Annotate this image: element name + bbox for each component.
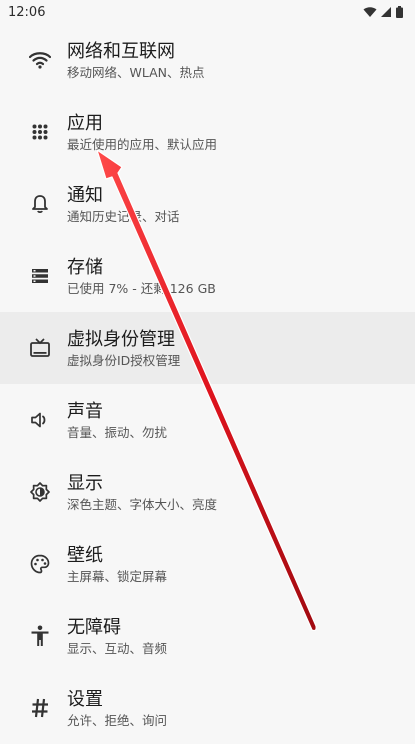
bell-icon [20,194,60,214]
wifi-icon [20,51,60,69]
setting-virtual-identity[interactable]: 虚拟身份管理 虚拟身份ID授权管理 [0,312,415,384]
setting-virtual-identity-subtitle: 虚拟身份ID授权管理 [67,352,181,368]
setting-virtual-identity-title: 虚拟身份管理 [67,328,175,350]
setting-notifications[interactable]: 通知 通知历史记录、对话 [0,168,415,240]
apps-grid-icon [20,124,60,140]
status-bar: 12:06 [0,0,415,24]
accessibility-icon [20,625,60,647]
setting-apps-subtitle: 最近使用的应用、默认应用 [67,136,218,152]
setting-settings-title: 设置 [67,688,103,710]
status-icons [363,6,403,18]
setting-accessibility[interactable]: 无障碍 显示、互动、音频 [0,600,415,672]
wifi-icon [363,7,377,17]
volume-icon [20,411,60,429]
settings-list: 网络和互联网 移动网络、WLAN、热点 应用 最近使用的应用、默认应用 通知 通… [0,24,415,744]
brightness-icon [20,482,60,502]
setting-accessibility-title: 无障碍 [67,616,121,638]
setting-wallpaper[interactable]: 壁纸 主屏幕、锁定屏幕 [0,528,415,600]
setting-display-title: 显示 [67,472,103,494]
signal-icon [381,7,391,17]
setting-storage-subtitle: 已使用 7% - 还剩 126 GB [67,280,216,296]
tv-icon [20,338,60,358]
setting-settings-subtitle: 允许、拒绝、询问 [67,712,168,728]
setting-storage-title: 存储 [67,256,103,278]
setting-wallpaper-title: 壁纸 [67,544,103,566]
setting-notifications-subtitle: 通知历史记录、对话 [67,208,180,224]
setting-sound[interactable]: 声音 音量、振动、勿扰 [0,384,415,456]
setting-accessibility-subtitle: 显示、互动、音频 [67,640,168,656]
setting-display[interactable]: 显示 深色主题、字体大小、亮度 [0,456,415,528]
setting-network[interactable]: 网络和互联网 移动网络、WLAN、热点 [0,24,415,96]
setting-network-title: 网络和互联网 [67,40,175,62]
setting-wallpaper-subtitle: 主屏幕、锁定屏幕 [67,568,168,584]
setting-network-subtitle: 移动网络、WLAN、热点 [67,64,205,80]
setting-display-subtitle: 深色主题、字体大小、亮度 [67,496,218,512]
palette-icon [20,554,60,574]
setting-notifications-title: 通知 [67,184,103,206]
setting-storage[interactable]: 存储 已使用 7% - 还剩 126 GB [0,240,415,312]
hash-icon [20,698,60,718]
battery-icon [396,6,403,18]
setting-settings[interactable]: 设置 允许、拒绝、询问 [0,672,415,744]
storage-icon [20,268,60,284]
status-time: 12:06 [8,4,46,20]
setting-sound-subtitle: 音量、振动、勿扰 [67,424,168,440]
setting-apps[interactable]: 应用 最近使用的应用、默认应用 [0,96,415,168]
setting-apps-title: 应用 [67,112,103,134]
setting-sound-title: 声音 [67,400,103,422]
